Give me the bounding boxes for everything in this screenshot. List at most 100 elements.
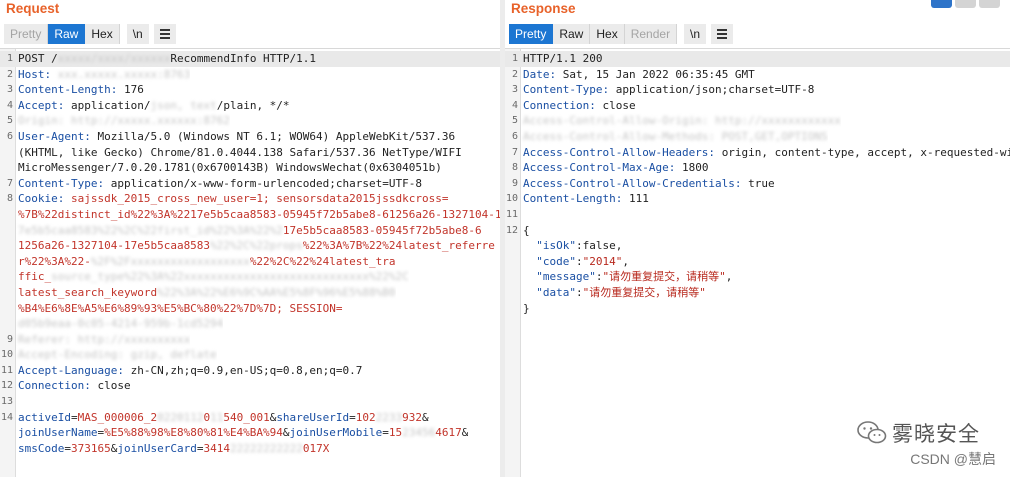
code-token: Access-Control-Max-Age: bbox=[523, 161, 682, 175]
redacted-text: d05b9eaa-0c05-4214-959b-1cd5294 bbox=[18, 317, 224, 331]
request-line: 3 Content-Length: 176 bbox=[0, 82, 500, 98]
code-token: smsCode bbox=[18, 441, 65, 455]
line-number bbox=[0, 145, 16, 161]
code-token: "请勿重复提交，请稍等" bbox=[602, 270, 726, 284]
line-number: 3 bbox=[511, 84, 518, 96]
request-line: 6 User-Agent: Mozilla/5.0 (Windows NT 6.1… bbox=[0, 129, 500, 145]
line-text: User-Agent: Mozilla/5.0 (Windows NT 6.1;… bbox=[16, 129, 455, 145]
code-token: 017X bbox=[302, 441, 330, 455]
code-token: ffic_ bbox=[18, 270, 52, 284]
tab-response-raw[interactable]: Raw bbox=[553, 24, 591, 44]
redacted-text: %22%3A%22%E6%9C%AA%E5%8F%96%E5%88%B0 bbox=[157, 285, 396, 299]
line-text: 1256a26-1327104-17e5b5caa8583%22%2C%22pr… bbox=[16, 238, 495, 254]
code-token: "data" bbox=[523, 285, 576, 299]
line-text: Accept-Language: zh-CN,zh;q=0.9,en-US;q=… bbox=[16, 363, 362, 379]
code-token: shareUserId bbox=[276, 410, 350, 424]
redacted-text: 22222222222 bbox=[229, 441, 303, 455]
code-token: HTTP/1.1 200 bbox=[523, 52, 603, 65]
code-token: :false, bbox=[575, 239, 623, 253]
line-text: %7B%22distinct_id%22%3A%2217e5b5caa8583-… bbox=[16, 207, 500, 223]
line-number: 1 bbox=[511, 53, 518, 64]
tab-request-pretty[interactable]: Pretty bbox=[4, 24, 49, 44]
request-newline-toggle[interactable]: \n bbox=[126, 24, 149, 44]
code-token: User-Agent: bbox=[18, 129, 98, 143]
line-number: 11 bbox=[0, 364, 13, 376]
watermark-sub: CSDN @慧启 bbox=[910, 451, 996, 467]
response-line: "data":"请勿重复提交，请稍等" bbox=[505, 285, 1010, 301]
code-token: Mozilla/5.0 (Windows NT 6.1; WOW64) Appl… bbox=[97, 129, 456, 143]
code-token: = bbox=[349, 410, 356, 424]
line-text: Access-Control-Allow-Credentials: true bbox=[521, 176, 775, 192]
line-text: Date: Sat, 15 Jan 2022 06:35:45 GMT bbox=[521, 67, 755, 83]
line-text: Access-Control-Allow-Origin: http://xxxx… bbox=[521, 113, 841, 129]
tab-request-hex[interactable]: Hex bbox=[85, 24, 120, 44]
layout-split-icon[interactable] bbox=[931, 0, 952, 8]
request-line: joinUserName = %E5%88%98%E8%80%81%E4%BA%94… bbox=[0, 425, 500, 441]
code-token: "code" bbox=[523, 254, 576, 268]
layout-vertical-icon[interactable] bbox=[979, 0, 1000, 8]
redacted-text: %2F%2Fxxxxxxxxxxxxxxxxxx bbox=[90, 254, 250, 268]
request-line: 1256a26-1327104-17e5b5caa8583%22%2C%22pr… bbox=[0, 238, 500, 254]
request-menu-icon[interactable] bbox=[153, 24, 176, 44]
response-title: Response bbox=[511, 1, 576, 16]
code-token: = bbox=[70, 410, 78, 424]
tab-response-hex[interactable]: Hex bbox=[590, 24, 625, 44]
request-line: r%22%3A%22-%2F%2Fxxxxxxxxxxxxxxxxxx%22%2… bbox=[0, 254, 500, 270]
redacted-text: Origin: http://xxxxx.xxxxxx:8762 bbox=[18, 114, 230, 128]
request-line: d05b9eaa-0c05-4214-959b-1cd5294 bbox=[0, 316, 500, 332]
line-number bbox=[0, 301, 16, 317]
line-number: 8 bbox=[6, 193, 13, 205]
line-number: 5 bbox=[6, 115, 13, 127]
response-line: 6 Access-Control-Allow-Methods: POST,GET,… bbox=[505, 129, 1010, 145]
line-number: 1 bbox=[6, 53, 13, 64]
response-panel: Response Pretty Raw Hex Render \n 1 HTTP/… bbox=[505, 0, 1010, 477]
request-line: ffic_source_type%22%3A%22xxxxxxxxxxxxxxx… bbox=[0, 269, 500, 285]
line-number: 9 bbox=[6, 333, 13, 345]
request-editor[interactable]: 1 POST /xxxxx/xxxx/xxxxxxRecommendInfo HT… bbox=[0, 48, 500, 477]
request-line: 2 Host: xxx.xxxxx.xxxxx:8763 bbox=[0, 67, 500, 83]
line-text: Access-Control-Max-Age: 1800 bbox=[521, 160, 708, 176]
response-line: 7 Access-Control-Allow-Headers: origin, c… bbox=[505, 145, 1010, 161]
code-token: 1256a26-1327104-17e5b5caa8583 bbox=[18, 239, 211, 253]
redacted-text: 11 bbox=[210, 410, 224, 424]
line-text: POST /xxxxx/xxxx/xxxxxxRecommendInfo HTT… bbox=[16, 51, 316, 67]
code-token: Date: bbox=[523, 67, 563, 81]
response-line: 8 Access-Control-Max-Age: 1800 bbox=[505, 160, 1010, 176]
response-line: } bbox=[505, 301, 1010, 317]
response-newline-toggle[interactable]: \n bbox=[684, 24, 707, 44]
response-line: 12 { bbox=[505, 223, 1010, 239]
code-token: Content-Length: bbox=[18, 83, 124, 97]
redacted-text: xxxxx/xxxx/xxxxxx bbox=[57, 52, 171, 65]
response-editor[interactable]: 1 HTTP/1.1 200 2 Date: Sat, 15 Jan 2022 06:… bbox=[505, 48, 1010, 477]
line-number bbox=[0, 238, 16, 254]
code-token: true bbox=[748, 176, 775, 190]
code-token: : bbox=[575, 254, 583, 268]
line-number: 8 bbox=[511, 162, 518, 174]
code-token: "请勿重复提交，请稍等" bbox=[582, 285, 706, 299]
line-number bbox=[0, 441, 16, 457]
code-token: %B4%E6%8E%A5%E6%89%93%E5%BC%80%22%7D%7D;… bbox=[18, 301, 343, 315]
line-number: 7 bbox=[511, 146, 518, 158]
response-menu-icon[interactable] bbox=[711, 24, 734, 44]
code-token: 17e5b5caa8583-05945f72b5abe8-6 bbox=[282, 223, 482, 237]
tab-response-pretty[interactable]: Pretty bbox=[509, 24, 554, 44]
redacted-text: %22%2C%22props bbox=[210, 239, 303, 253]
line-text: } bbox=[521, 301, 530, 317]
redacted-text: 2233 bbox=[375, 410, 403, 424]
code-token: Accept: bbox=[18, 98, 71, 112]
line-number bbox=[0, 254, 16, 270]
redacted-text: source_type%22%3A%22xxxxxxxxxxxxxxxxxxxx… bbox=[51, 270, 409, 284]
code-token: zh-CN,zh;q=0.9,en-US;q=0.8,en;q=0.7 bbox=[130, 363, 363, 377]
line-text: MicroMessenger/7.0.20.1781(0x6700143B) W… bbox=[16, 160, 442, 176]
line-text bbox=[521, 207, 523, 223]
redacted-text: 7e5b5caa8583%22%2C%22first_id%22%3A%22%2 bbox=[18, 223, 283, 237]
response-line: 9 Access-Control-Allow-Credentials: true bbox=[505, 176, 1010, 192]
layout-horizontal-icon[interactable] bbox=[955, 0, 976, 8]
line-text: %B4%E6%8E%A5%E6%89%93%E5%BC%80%22%7D%7D;… bbox=[16, 301, 343, 317]
response-line: 5 Access-Control-Allow-Origin: http://xxx… bbox=[505, 113, 1010, 129]
tab-request-raw[interactable]: Raw bbox=[48, 24, 86, 44]
code-token: & bbox=[282, 426, 290, 440]
line-text: Host: xxx.xxxxx.xxxxx:8763 bbox=[16, 67, 190, 83]
code-token: sajssdk_2015_cross_new_user=1; sensorsda… bbox=[70, 192, 449, 206]
tab-response-render[interactable]: Render bbox=[624, 24, 678, 44]
